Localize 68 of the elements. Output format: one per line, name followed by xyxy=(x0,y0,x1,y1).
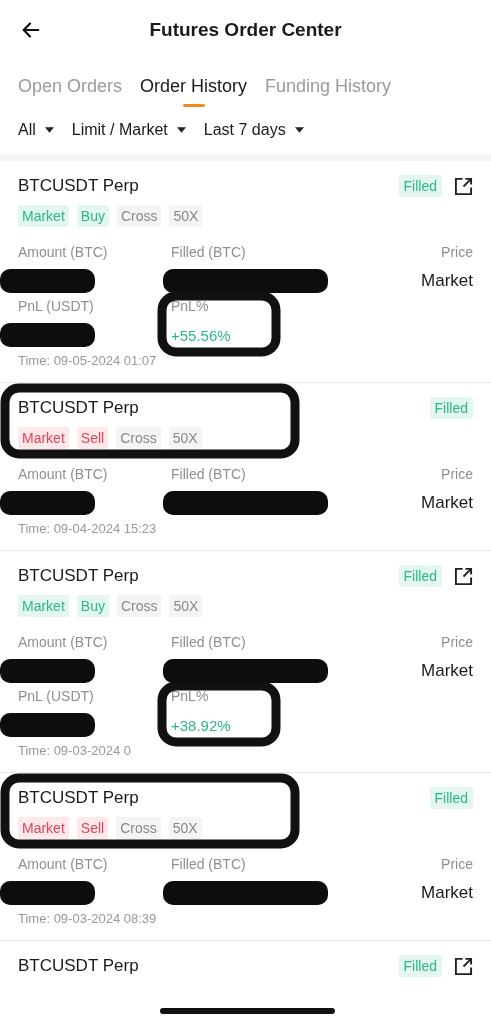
price-value: Market xyxy=(421,493,473,513)
status-label: Filled xyxy=(429,397,473,419)
field-label: Price xyxy=(441,634,473,650)
field-label: Filled (BTC) xyxy=(171,466,246,482)
order-tag: Cross xyxy=(116,595,162,617)
order-tag: Sell xyxy=(76,817,109,839)
filter-dropdown[interactable]: Limit / Market xyxy=(71,121,186,139)
field-label: PnL% xyxy=(171,298,209,314)
order-tag: 50X xyxy=(168,817,202,839)
pnl-value: +55.56% xyxy=(171,326,231,344)
order-card[interactable]: BTCUSDT Perp Filled xyxy=(0,941,491,1024)
field-label: Filled (BTC) xyxy=(171,856,246,872)
order-tag: Market xyxy=(18,595,69,617)
page-title: Futures Order Center xyxy=(149,19,342,41)
status-label: Filled xyxy=(398,175,442,197)
order-time: Time: 09-04-2024 15:23 xyxy=(18,521,158,536)
status-label: Filled xyxy=(398,565,442,587)
order-tag: Sell xyxy=(76,427,109,449)
field-label: Filled (BTC) xyxy=(171,634,246,650)
order-tag: Buy xyxy=(76,595,109,617)
caret-icon xyxy=(294,127,304,133)
pnl-value: +38.92% xyxy=(171,716,231,734)
price-value: Market xyxy=(421,661,473,681)
caret-icon xyxy=(176,127,186,133)
filter-dropdown[interactable]: All xyxy=(18,121,54,139)
order-card[interactable]: BTCUSDT Perp Filled Market Sell Cross 50X Amount (BTC) Filled (BTC) Price Market Time: 09-04-2024 15:23 xyxy=(0,383,491,551)
order-symbol: BTCUSDT Perp xyxy=(18,398,140,418)
field-label: Price xyxy=(441,244,473,260)
field-label: Filled (BTC) xyxy=(171,244,246,260)
field-label: Price xyxy=(441,466,473,482)
field-label: PnL (USDT) xyxy=(18,688,94,704)
order-tag: Cross xyxy=(116,427,161,449)
order-card[interactable]: BTCUSDT Perp Filled Market Buy Cross 50X Amount (BTC) Filled (BTC) PnL (USDT) PnL% +55.56% Price Market Time: 09-05-2024 01:07 xyxy=(0,161,491,383)
order-symbol: BTCUSDT Perp xyxy=(18,788,140,808)
order-time: Time: 09-03-2024 0 xyxy=(18,743,132,758)
order-symbol: BTCUSDT Perp xyxy=(18,176,140,196)
order-tag: 50X xyxy=(169,595,203,617)
caret-icon xyxy=(44,127,54,133)
field-label: Amount (BTC) xyxy=(18,244,108,260)
field-label: PnL% xyxy=(171,688,209,704)
order-symbol: BTCUSDT Perp xyxy=(18,956,140,976)
order-tag: Market xyxy=(18,427,69,449)
share-icon[interactable] xyxy=(454,956,473,976)
order-tag: 50X xyxy=(169,205,203,227)
filter-dropdown[interactable]: Last 7 days xyxy=(203,121,304,139)
field-label: Amount (BTC) xyxy=(18,466,108,482)
share-icon[interactable] xyxy=(454,176,473,196)
order-tag: Cross xyxy=(116,205,162,227)
field-label: Amount (BTC) xyxy=(18,634,108,650)
status-label: Filled xyxy=(429,787,473,809)
order-tag: Market xyxy=(18,817,69,839)
status-label: Filled xyxy=(398,955,442,977)
order-tag: Market xyxy=(18,205,69,227)
field-label: PnL (USDT) xyxy=(18,298,94,314)
order-time: Time: 09-03-2024 08:39 xyxy=(18,911,158,926)
field-label: Price xyxy=(441,856,473,872)
order-time: Time: 09-05-2024 01:07 xyxy=(18,353,158,368)
order-tag: Buy xyxy=(76,205,109,227)
order-card[interactable]: BTCUSDT Perp Filled Market Sell Cross 50X Amount (BTC) Filled (BTC) Price Market Time: 09-03-2024 08:39 xyxy=(0,773,491,941)
price-value: Market xyxy=(421,883,473,903)
order-tag: 50X xyxy=(168,427,202,449)
tab[interactable]: Order History xyxy=(140,76,248,107)
share-icon[interactable] xyxy=(454,566,473,586)
order-symbol: BTCUSDT Perp xyxy=(18,566,140,586)
order-tag: Cross xyxy=(116,817,161,839)
price-value: Market xyxy=(421,271,473,291)
field-label: Amount (BTC) xyxy=(18,856,108,872)
order-card[interactable]: BTCUSDT Perp Filled Market Buy Cross 50X Amount (BTC) Filled (BTC) PnL (USDT) PnL% +38.92% Price Market Time: 09-03-2024 0 xyxy=(0,551,491,773)
